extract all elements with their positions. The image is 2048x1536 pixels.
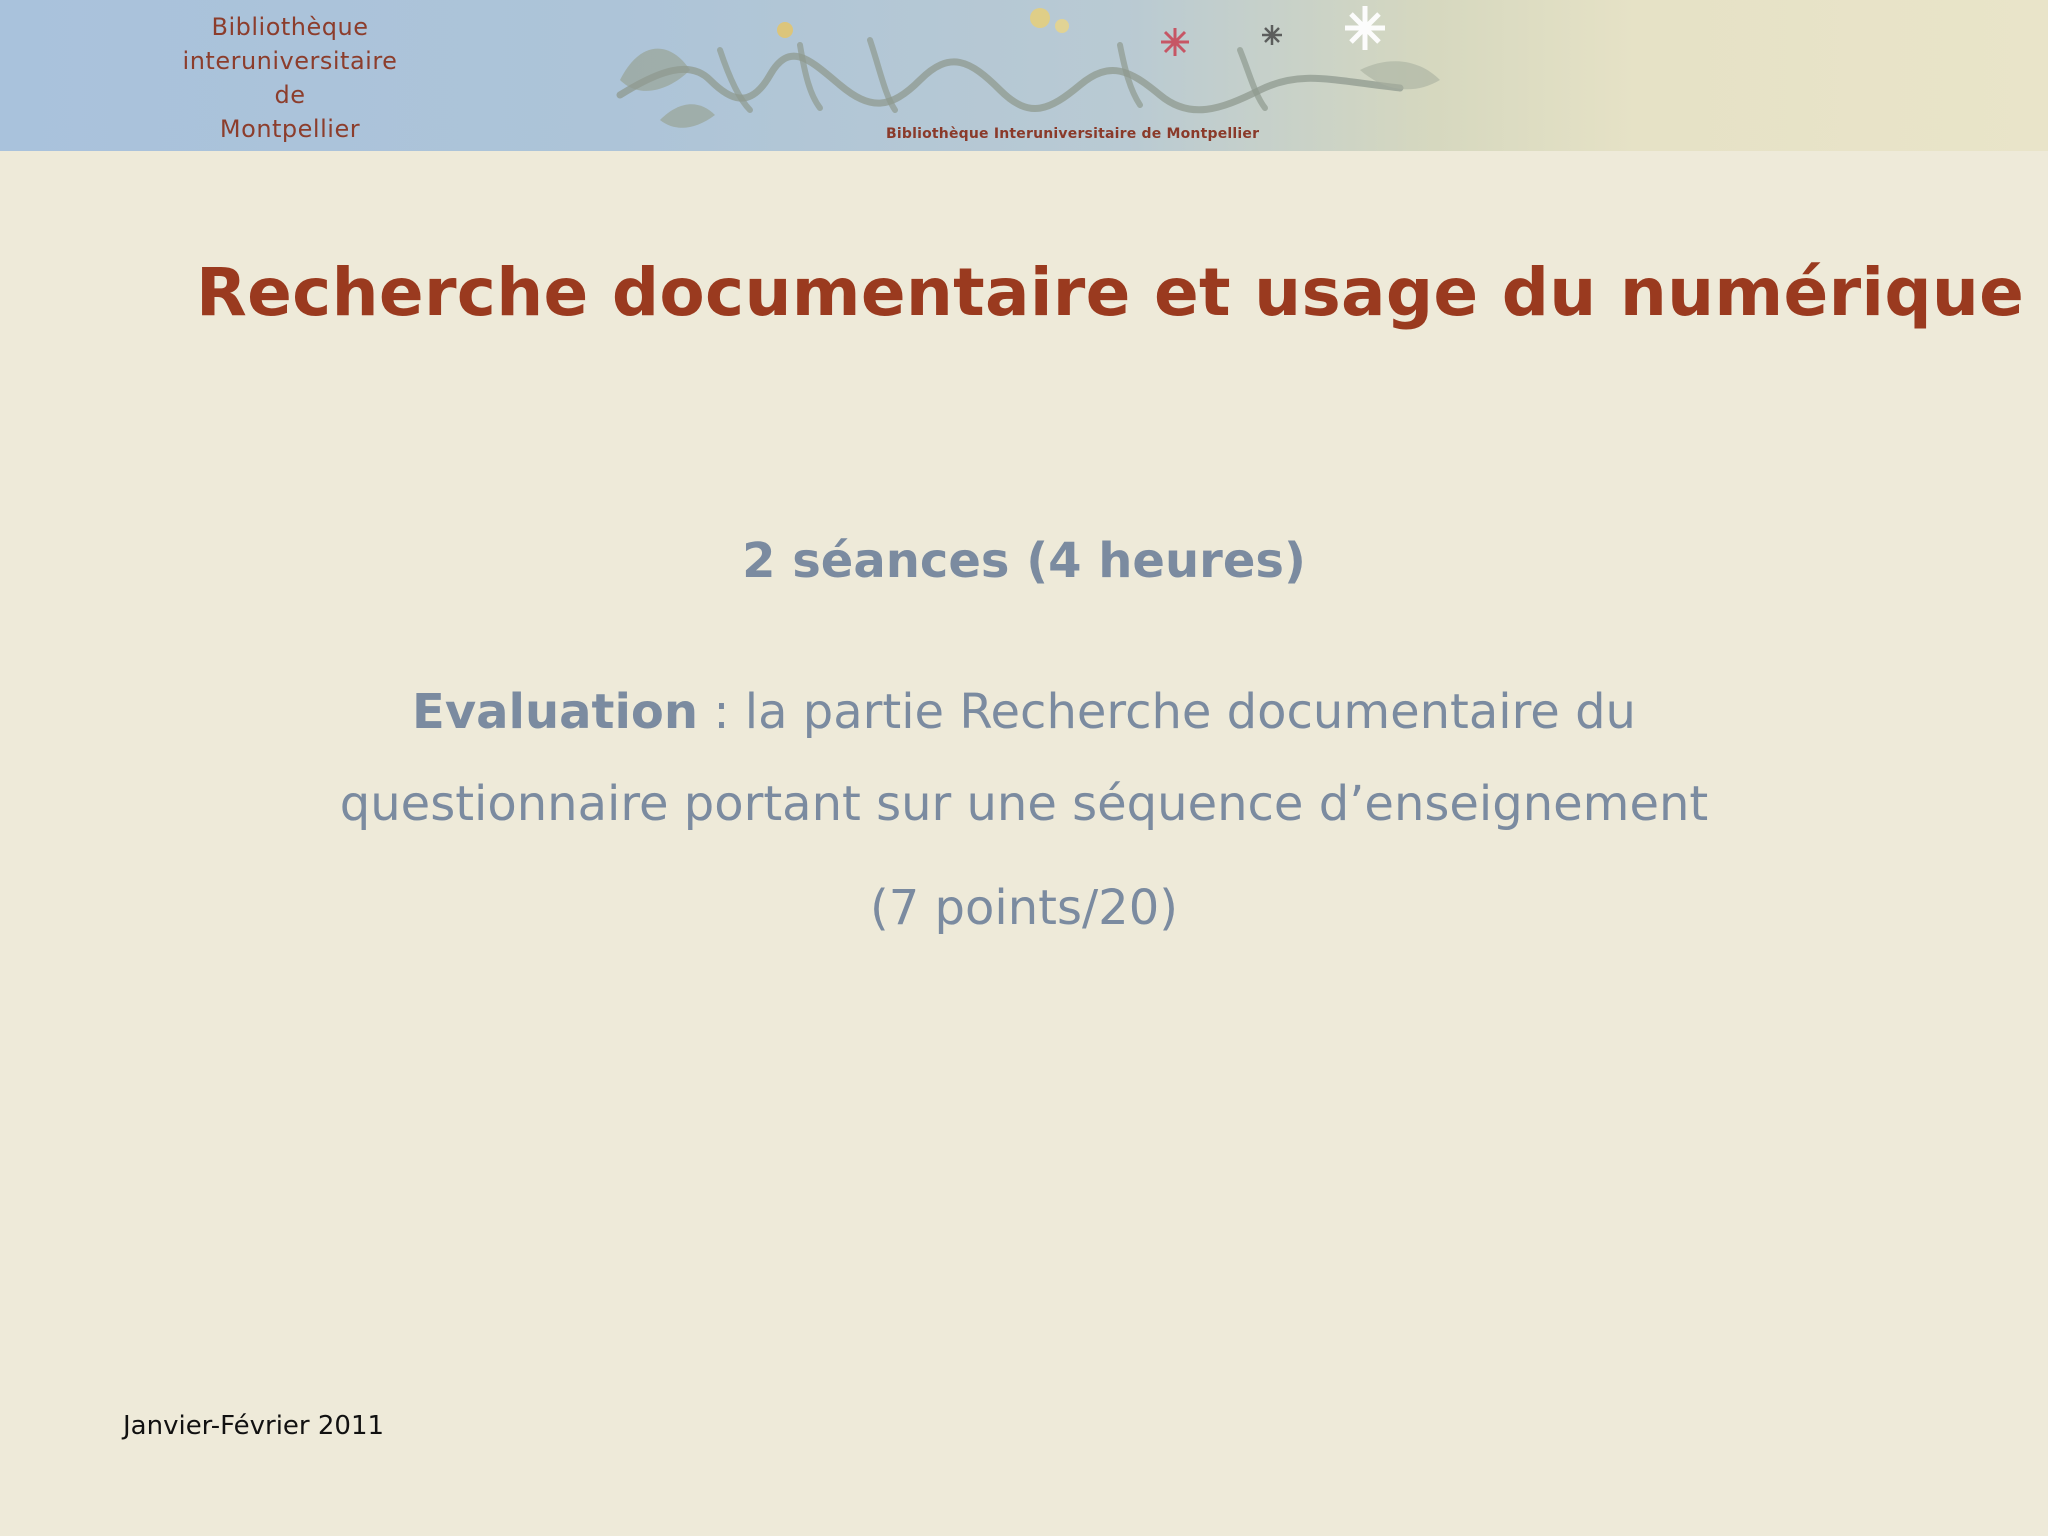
leaf-shape <box>660 104 715 128</box>
library-name-line: Bibliothèque <box>211 13 369 41</box>
footer-date: Janvier-Février 2011 <box>123 1411 385 1441</box>
header-banner: Bibliothèque interuniversitaire de Montp… <box>0 0 2048 151</box>
evaluation-line-3: (7 points/20) <box>870 880 1178 936</box>
evaluation-separator: : <box>698 684 745 740</box>
script-stroke <box>616 52 1404 114</box>
evaluation-line-2: questionnaire portant sur une séquence d… <box>339 776 1709 832</box>
star-red <box>1161 28 1189 56</box>
evaluation-label: Evaluation <box>412 684 699 740</box>
script-stroke <box>717 47 753 113</box>
evaluation-text: la partie Recherche documentaire du <box>744 684 1636 740</box>
slide-title: Recherche documentaire et usage du numér… <box>196 254 2025 331</box>
flower-yellow <box>777 22 793 38</box>
banner-caption: Bibliothèque Interuniversitaire de Montp… <box>886 126 1260 142</box>
library-name-line: Montpellier <box>219 115 361 143</box>
sessions-text: 2 séances (4 heures) <box>742 533 1306 589</box>
script-stroke <box>797 42 823 111</box>
evaluation-line-1: Evaluation : la partie Recherche documen… <box>0 684 2048 740</box>
library-name-line: de <box>274 81 306 109</box>
slide: Bibliothèque interuniversitaire de Montp… <box>0 0 2048 1536</box>
library-logo-text: Bibliothèque interuniversitaire de Montp… <box>160 10 420 146</box>
flower-yellow <box>1030 8 1069 33</box>
library-name-line: interuniversitaire <box>182 47 398 75</box>
star-white <box>1345 6 1385 50</box>
star-dark <box>1262 25 1282 45</box>
